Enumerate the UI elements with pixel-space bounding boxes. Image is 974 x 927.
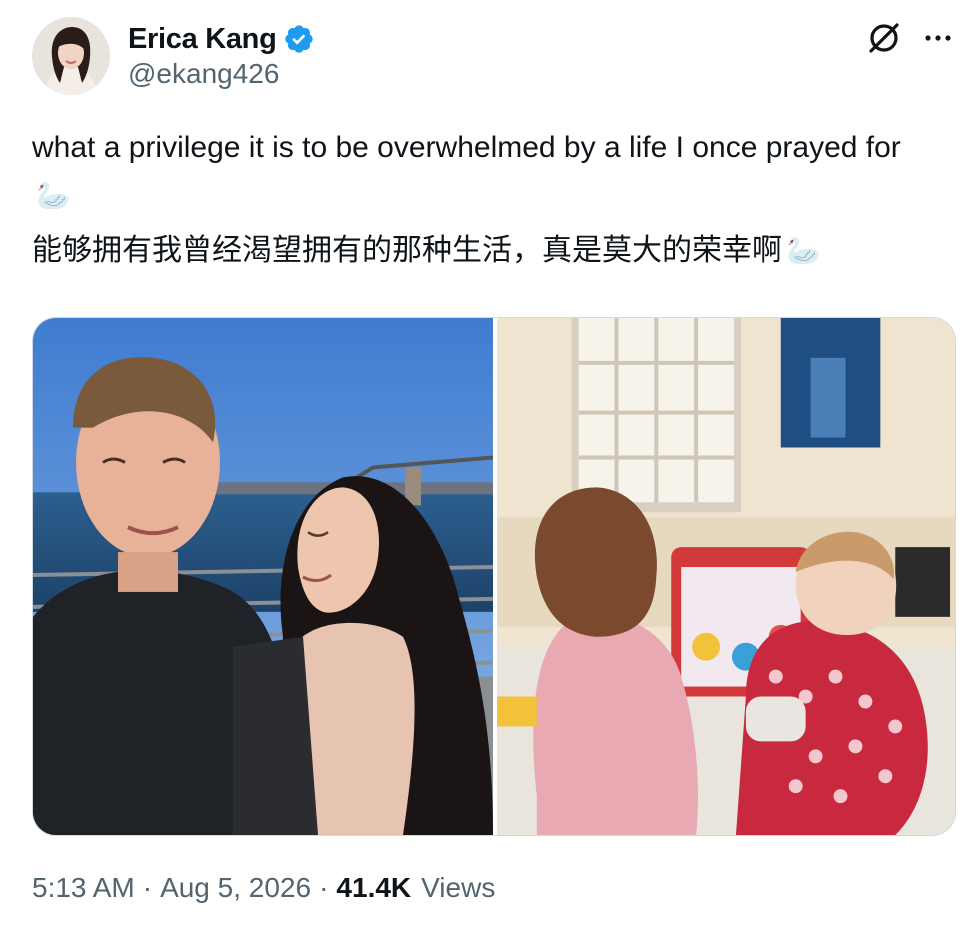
tweet-text-en: what a privilege it is to be overwhelmed… [32,131,901,164]
swan-emoji-icon: 🦢 [786,235,821,266]
views-count: 41.4K [336,872,412,903]
avatar[interactable] [32,17,110,95]
tweet-time[interactable]: 5:13 AM [32,872,135,904]
tweet-date[interactable]: Aug 5, 2026 [160,872,311,904]
author-handle[interactable]: @ekang426 [128,58,279,90]
views-label: Views [421,872,496,903]
meta-separator: · [319,872,329,903]
tweet-card: Erica Kang @ekang426 what a privilege it… [0,0,974,927]
author-display-name[interactable]: Erica Kang [128,23,277,56]
meta-separator: · [142,872,153,903]
more-options-icon[interactable] [920,22,956,54]
author-name-row: Erica Kang [128,19,315,59]
grok-icon[interactable] [866,20,902,56]
verified-badge-icon[interactable] [283,23,315,55]
children-playroom-photo[interactable] [497,318,955,835]
tweet-text-zh: 能够拥有我曾经渴望拥有的那种生活，真是莫大的荣幸啊 [32,234,782,267]
tweet-text-chinese: 能够拥有我曾经渴望拥有的那种生活，真是莫大的荣幸啊 🦢 [32,227,932,275]
swan-emoji-icon: 🦢 [36,180,71,211]
tweet-text-english: what a privilege it is to be overwhelmed… [32,124,932,220]
media-gallery [32,317,956,836]
selfie-photo[interactable] [33,318,493,835]
tweet-text: what a privilege it is to be overwhelmed… [32,124,932,275]
tweet-meta: 5:13 AM · Aug 5, 2026 · 41.4K Views [32,872,495,904]
